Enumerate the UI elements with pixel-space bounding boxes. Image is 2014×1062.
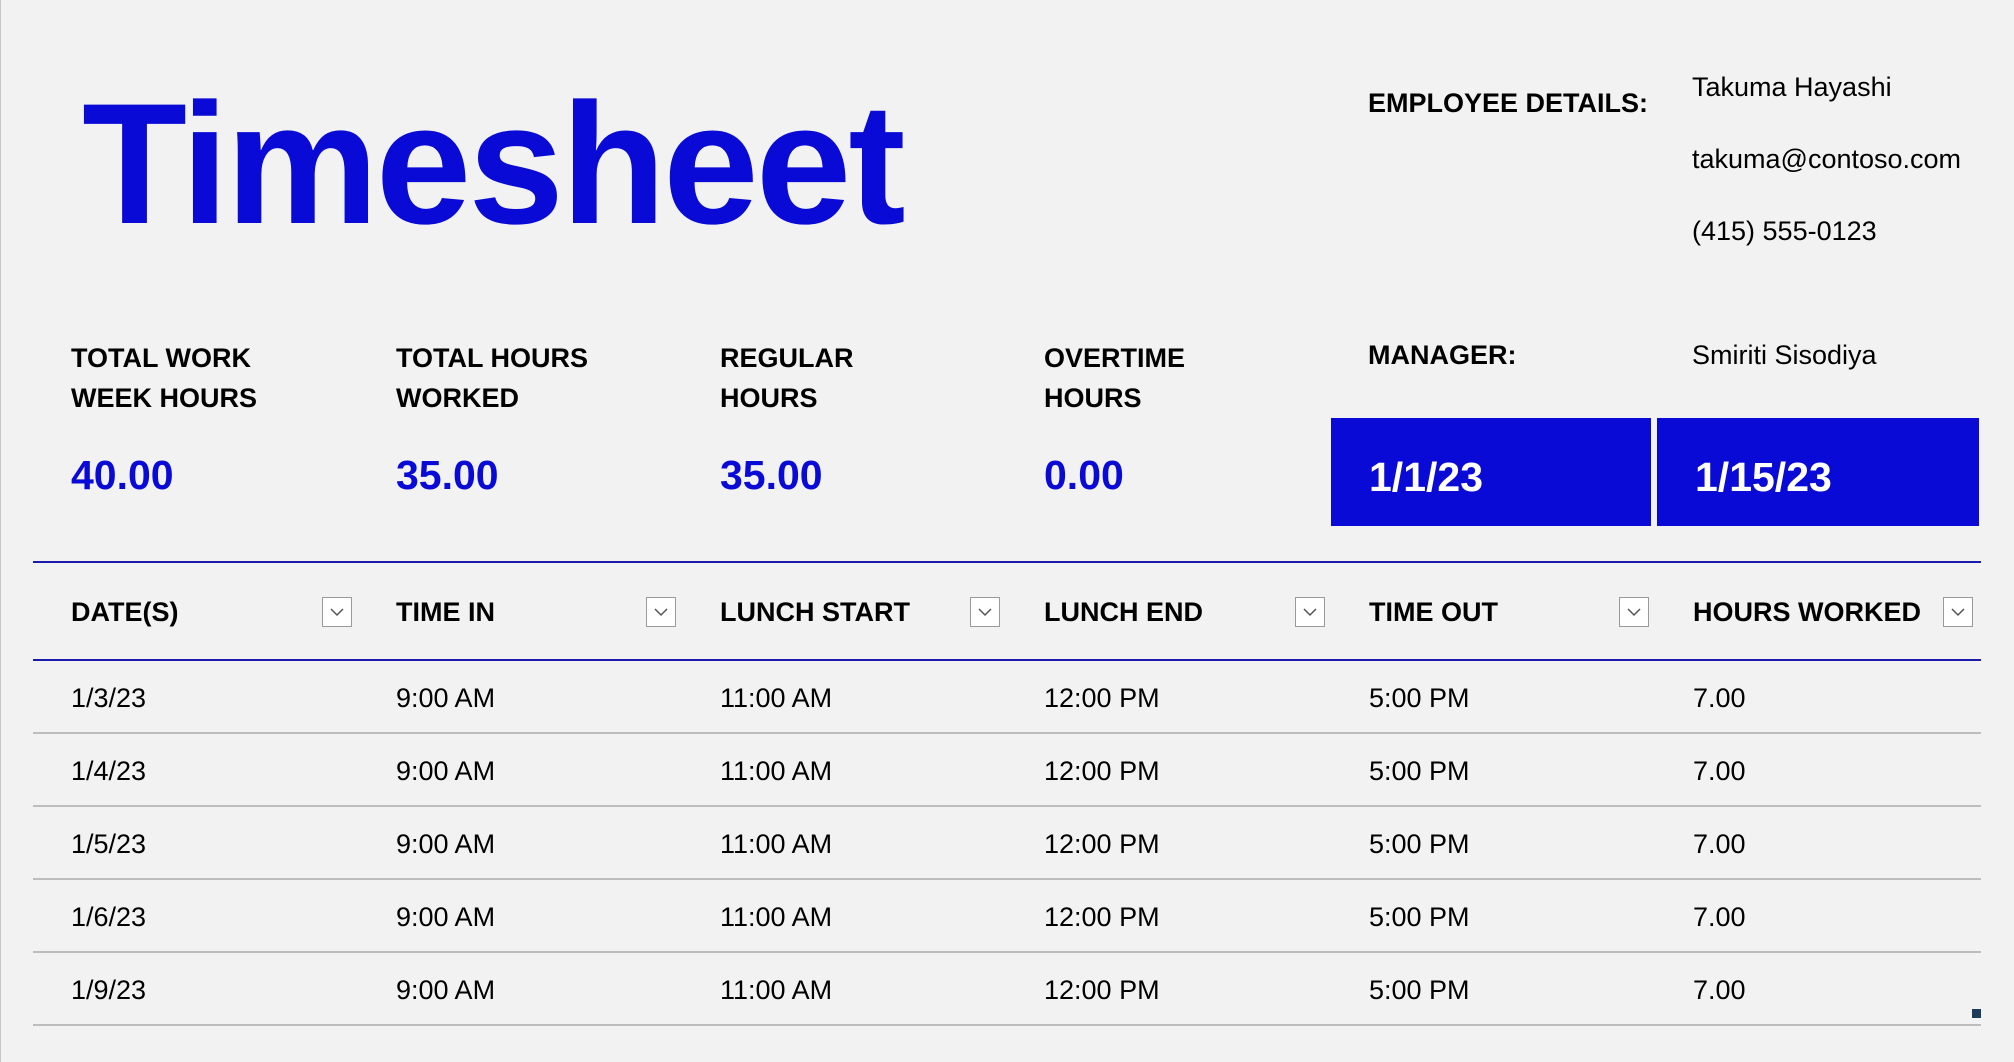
employee-email[interactable]: takuma@contoso.com (1692, 144, 1961, 175)
filter-dropdown-button[interactable] (1295, 597, 1325, 627)
cell-date[interactable]: 1/6/23 (33, 880, 358, 951)
filter-dropdown-button[interactable] (970, 597, 1000, 627)
column-header-lunch-start: LUNCH START (682, 563, 1007, 659)
filter-dropdown-button[interactable] (646, 597, 676, 627)
cell-lunch-start[interactable]: 11:00 AM (682, 661, 1007, 732)
column-header-lunch-end: LUNCH END (1006, 563, 1331, 659)
column-header-time-out: TIME OUT (1331, 563, 1656, 659)
stat-label-line: OVERTIME (1044, 343, 1186, 373)
cell-hours-worked[interactable]: 7.00 (1655, 880, 1980, 951)
cell-lunch-end[interactable]: 12:00 PM (1006, 880, 1331, 951)
cell-time-in[interactable]: 9:00 AM (358, 953, 683, 1024)
cell-hours-worked[interactable]: 7.00 (1655, 953, 1980, 1024)
chevron-down-icon (1303, 608, 1317, 617)
stat-value-total-work-week-hours[interactable]: 40.00 (71, 452, 174, 499)
cell-lunch-start[interactable]: 11:00 AM (682, 953, 1007, 1024)
cell-time-out[interactable]: 5:00 PM (1331, 880, 1656, 951)
stat-label-line: TOTAL HOURS (396, 343, 589, 373)
stat-label-line: TOTAL WORK (71, 343, 251, 373)
stat-value-total-hours-worked[interactable]: 35.00 (396, 452, 499, 499)
stat-label-regular-hours: REGULAR HOURS (720, 338, 1020, 418)
chevron-down-icon (978, 608, 992, 617)
cell-lunch-end[interactable]: 12:00 PM (1006, 734, 1331, 805)
column-header-label: LUNCH END (1044, 597, 1203, 627)
stat-label-line: WEEK HOURS (71, 383, 258, 413)
cell-lunch-end[interactable]: 12:00 PM (1006, 661, 1331, 732)
employee-details-label: EMPLOYEE DETAILS: (1368, 88, 1649, 118)
column-header-label: DATE(S) (71, 597, 179, 627)
filter-dropdown-button[interactable] (1619, 597, 1649, 627)
cell-hours-worked[interactable]: 7.00 (1655, 734, 1980, 805)
cell-time-out[interactable]: 5:00 PM (1331, 661, 1656, 732)
table-row: 1/5/23 9:00 AM 11:00 AM 12:00 PM 5:00 PM… (33, 807, 1981, 880)
cell-time-in[interactable]: 9:00 AM (358, 807, 683, 878)
stat-label-line: WORKED (396, 383, 519, 413)
column-header-label: TIME OUT (1369, 597, 1498, 627)
stat-label-line: HOURS (720, 383, 818, 413)
stat-value-overtime-hours[interactable]: 0.00 (1044, 452, 1124, 499)
employee-name[interactable]: Takuma Hayashi (1692, 72, 1892, 103)
stat-label-line: HOURS (1044, 383, 1142, 413)
cell-lunch-end[interactable]: 12:00 PM (1006, 807, 1331, 878)
column-header-time-in: TIME IN (358, 563, 683, 659)
cell-time-in[interactable]: 9:00 AM (358, 880, 683, 951)
cell-time-in[interactable]: 9:00 AM (358, 661, 683, 732)
manager-label: MANAGER: (1368, 340, 1517, 370)
cell-date[interactable]: 1/9/23 (33, 953, 358, 1024)
cell-hours-worked[interactable]: 7.00 (1655, 661, 1980, 732)
manager-name[interactable]: Smiriti Sisodiya (1692, 340, 1877, 371)
table-resize-handle[interactable] (1972, 1009, 1981, 1018)
chevron-down-icon (1951, 608, 1965, 617)
stat-label-line: REGULAR (720, 343, 854, 373)
cell-lunch-start[interactable]: 11:00 AM (682, 734, 1007, 805)
sheet-left-border (0, 0, 1, 1062)
chevron-down-icon (654, 608, 668, 617)
table-row: 1/3/23 9:00 AM 11:00 AM 12:00 PM 5:00 PM… (33, 661, 1981, 734)
cell-lunch-start[interactable]: 11:00 AM (682, 880, 1007, 951)
chevron-down-icon (1627, 608, 1641, 617)
table-header-row: DATE(S) TIME IN LUNCH START LUNCH END TI… (33, 561, 1981, 661)
period-start-date[interactable]: 1/1/23 (1331, 418, 1651, 526)
cell-lunch-start[interactable]: 11:00 AM (682, 807, 1007, 878)
stat-label-total-hours-worked: TOTAL HOURS WORKED (396, 338, 696, 418)
cell-time-out[interactable]: 5:00 PM (1331, 953, 1656, 1024)
column-header-hours-worked: HOURS WORKED (1655, 563, 1980, 659)
timesheet-table: DATE(S) TIME IN LUNCH START LUNCH END TI… (33, 561, 1981, 1026)
column-header-label: LUNCH START (720, 597, 910, 627)
stat-value-regular-hours[interactable]: 35.00 (720, 452, 823, 499)
cell-hours-worked[interactable]: 7.00 (1655, 807, 1980, 878)
period-end-date[interactable]: 1/15/23 (1657, 418, 1979, 526)
column-header-label: HOURS WORKED (1693, 597, 1921, 627)
table-row: 1/9/23 9:00 AM 11:00 AM 12:00 PM 5:00 PM… (33, 953, 1981, 1026)
chevron-down-icon (330, 608, 344, 617)
page-title: Timesheet (82, 68, 906, 260)
table-row: 1/4/23 9:00 AM 11:00 AM 12:00 PM 5:00 PM… (33, 734, 1981, 807)
stat-label-total-work-week-hours: TOTAL WORK WEEK HOURS (71, 338, 371, 418)
cell-time-out[interactable]: 5:00 PM (1331, 807, 1656, 878)
column-header-label: TIME IN (396, 597, 495, 627)
cell-lunch-end[interactable]: 12:00 PM (1006, 953, 1331, 1024)
column-header-dates: DATE(S) (33, 563, 358, 659)
employee-phone[interactable]: (415) 555-0123 (1692, 216, 1877, 247)
cell-time-in[interactable]: 9:00 AM (358, 734, 683, 805)
cell-date[interactable]: 1/4/23 (33, 734, 358, 805)
table-row: 1/6/23 9:00 AM 11:00 AM 12:00 PM 5:00 PM… (33, 880, 1981, 953)
filter-dropdown-button[interactable] (322, 597, 352, 627)
filter-dropdown-button[interactable] (1943, 597, 1973, 627)
cell-date[interactable]: 1/3/23 (33, 661, 358, 732)
timesheet-sheet: Timesheet EMPLOYEE DETAILS: Takuma Hayas… (0, 0, 2014, 1062)
stat-label-overtime-hours: OVERTIME HOURS (1044, 338, 1344, 418)
cell-time-out[interactable]: 5:00 PM (1331, 734, 1656, 805)
cell-date[interactable]: 1/5/23 (33, 807, 358, 878)
